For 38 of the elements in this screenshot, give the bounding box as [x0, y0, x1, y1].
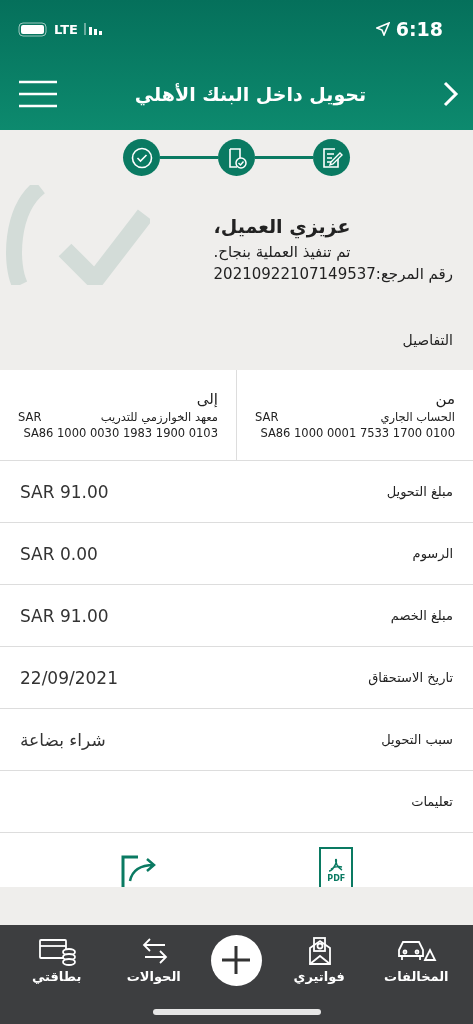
- nav-tab[interactable]: المخالفات: [376, 936, 457, 984]
- plus-icon: [221, 945, 252, 975]
- back-button[interactable]: [443, 81, 459, 107]
- account-title: إلى: [196, 390, 218, 408]
- signal-icon: [83, 23, 104, 35]
- detail-label: مبلغ التحويل: [386, 484, 453, 499]
- account-title: من: [435, 390, 455, 408]
- success-message: تم تنفيذ العملية بنجاح.: [213, 242, 351, 263]
- details-heading: التفاصيل: [402, 332, 453, 348]
- detail-label: مبلغ الخصم: [390, 608, 453, 623]
- currency-label: SAR: [255, 410, 279, 424]
- detail-label: سبب التحويل: [381, 732, 453, 747]
- reference-number: رقم المرجع:20210922107149537: [213, 264, 453, 285]
- nav-tab[interactable]: الحوالات: [113, 936, 194, 984]
- acrobat-icon: [328, 857, 345, 873]
- time-label: 6:18: [395, 18, 443, 40]
- screen-title: تحويل داخل البنك الأهلي: [134, 83, 367, 105]
- greeting-text: عزيزي العميل،: [213, 215, 351, 237]
- iban-text: SA86 1000 0001 7533 1700 0100: [260, 426, 455, 440]
- detail-value: SAR 0.00: [20, 543, 98, 564]
- detail-label: تاريخ الاستحقاق: [368, 670, 453, 685]
- iban-text: SA86 1000 0030 1983 1900 0103: [23, 426, 218, 440]
- nav-tab[interactable]: بطاقتي: [16, 936, 97, 984]
- detail-label: تعليمات: [411, 794, 453, 809]
- pdf-button[interactable]: PDF: [319, 847, 354, 887]
- detail-value: SAR 91.00: [20, 605, 109, 626]
- nav-tab[interactable]: فواتيري: [279, 936, 360, 984]
- account-name: معهد الخوارزمي للتدريب: [100, 410, 218, 424]
- location-arrow-icon: [375, 22, 390, 36]
- menu-button[interactable]: [18, 80, 58, 108]
- battery-icon: [18, 21, 48, 37]
- account-name: الحساب الجاري: [380, 410, 455, 424]
- network-label: LTE: [54, 21, 78, 37]
- detail-value: 22/09/2021: [20, 667, 118, 688]
- detail-value: شراء بضاعة: [20, 729, 106, 750]
- detail-label: الرسوم: [412, 546, 453, 561]
- currency-label: SAR: [18, 410, 42, 424]
- detail-value: SAR 91.00: [20, 481, 109, 502]
